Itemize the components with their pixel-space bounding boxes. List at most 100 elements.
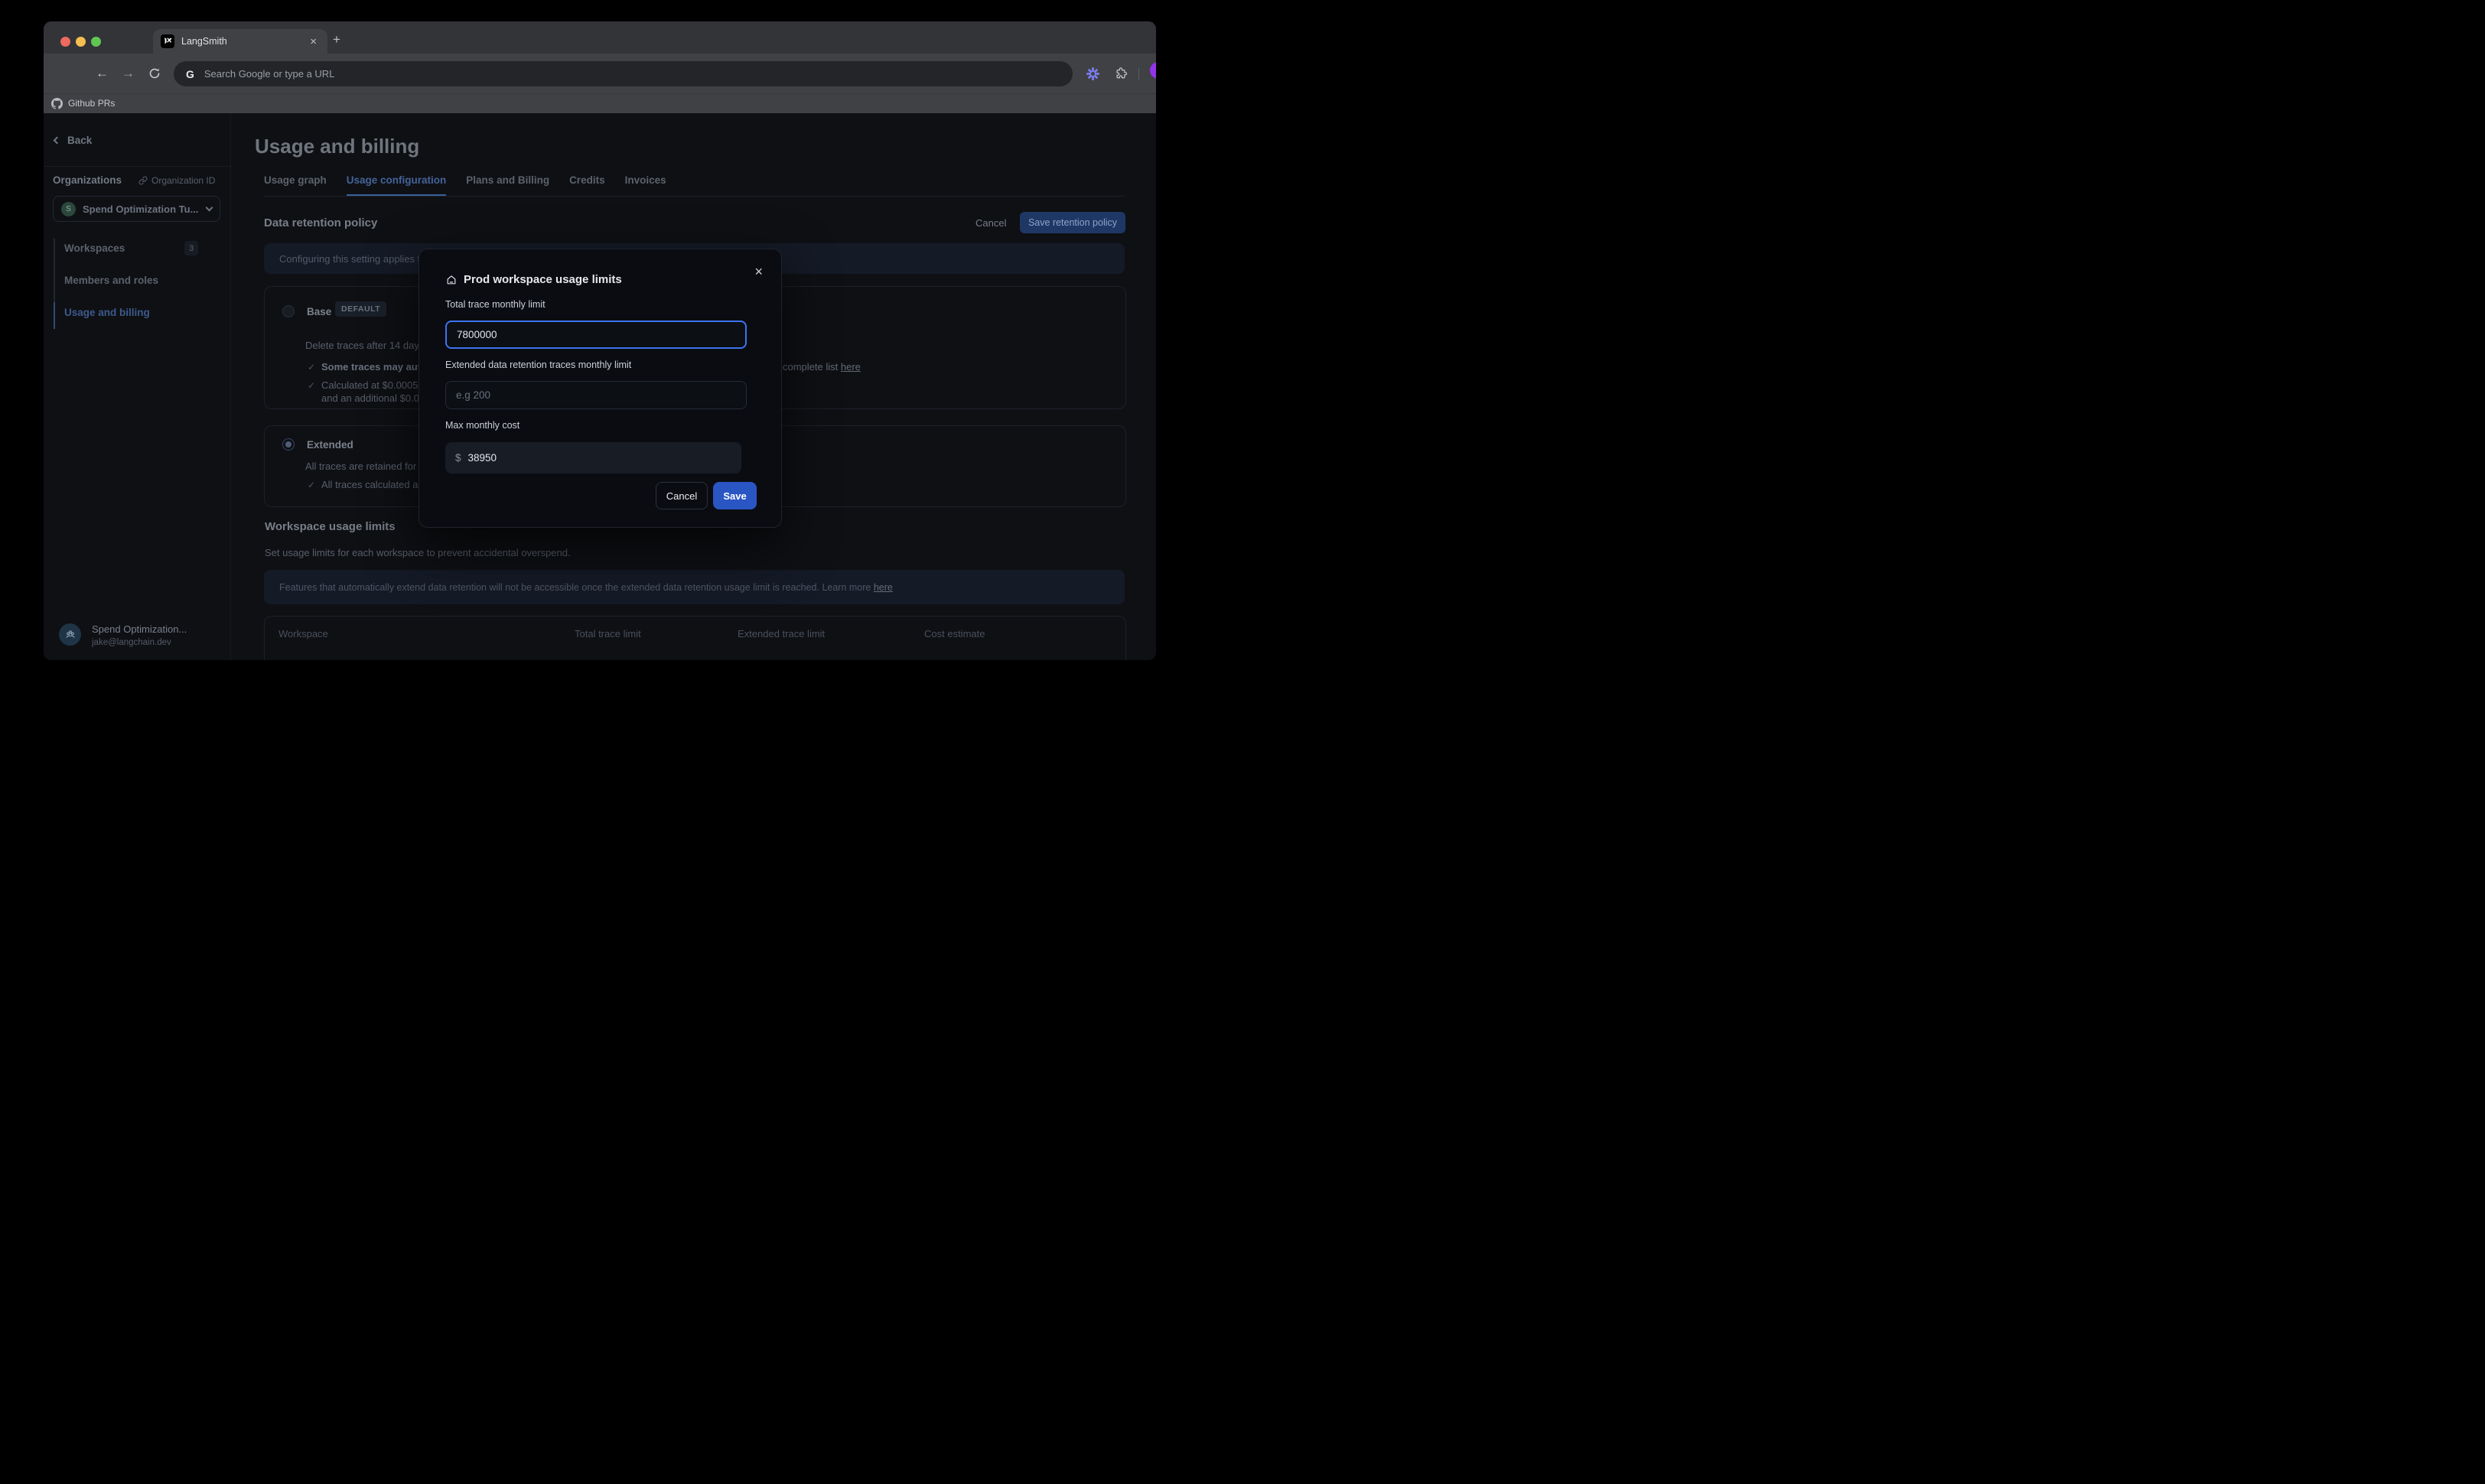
organization-id-link[interactable]: Organization ID — [138, 175, 215, 186]
default-badge: DEFAULT — [335, 301, 386, 317]
workspace-usage-limits-modal: Prod workspace usage limits Total trace … — [419, 249, 782, 528]
user-name: Spend Optimization... — [92, 623, 187, 635]
user-email: jake@langchain.dev — [92, 638, 187, 647]
org-selector-label: Spend Optimization Tu... — [83, 203, 200, 215]
sidebar-item-workspaces[interactable]: Workspaces — [64, 242, 125, 254]
tab-plans-and-billing[interactable]: Plans and Billing — [466, 174, 549, 196]
back-link[interactable]: Back — [54, 135, 92, 146]
tab-usage-configuration[interactable]: Usage configuration — [347, 174, 447, 196]
save-retention-policy-button[interactable]: Save retention policy — [1020, 212, 1125, 233]
billing-tabs: Usage graph Usage configuration Plans an… — [264, 174, 1125, 197]
organization-selector[interactable]: S Spend Optimization Tu... — [53, 196, 220, 222]
extended-plan-name: Extended — [307, 439, 353, 451]
tab-credits[interactable]: Credits — [569, 174, 605, 196]
sidebar-item-members-and-roles[interactable]: Members and roles — [64, 275, 158, 286]
toolbar-divider — [1138, 68, 1139, 80]
complete-list-text: complete list — [783, 361, 841, 373]
back-button[interactable]: ← — [96, 67, 109, 80]
user-profile[interactable]: Spend Optimization... jake@langchain.dev — [59, 623, 187, 647]
modal-save-button[interactable]: Save — [713, 482, 757, 509]
profile-avatar[interactable]: J — [1150, 62, 1156, 79]
max-monthly-cost-label: Max monthly cost — [445, 420, 519, 431]
org-people-icon — [59, 623, 81, 646]
chevron-left-icon — [54, 137, 61, 145]
base-check2-line1: Calculated at $0.0005 — [321, 379, 418, 391]
workspace-limits-banner: Features that automatically extend data … — [264, 570, 1125, 604]
new-tab-button[interactable] — [333, 33, 340, 46]
base-check1-text: Some traces may auto — [321, 361, 427, 373]
extensions-puzzle-icon[interactable] — [1114, 67, 1128, 80]
check-icon — [308, 362, 315, 373]
base-line1: Delete traces after 14 day — [305, 340, 419, 351]
learn-more-here-link[interactable]: here — [874, 582, 893, 593]
max-monthly-cost-field[interactable]: $ 38950 — [445, 442, 741, 474]
bookmark-github-prs[interactable]: Github PRs — [68, 98, 115, 109]
chevron-down-icon — [206, 204, 213, 212]
app-sidebar: Back Organizations Organization ID S Sp — [44, 113, 231, 660]
workspace-limits-description: Set usage limits for each workspace to p… — [265, 547, 571, 558]
browser-tab[interactable]: LangSmith — [153, 29, 327, 54]
total-trace-limit-label: Total trace monthly limit — [445, 299, 546, 310]
extension-spark-icon[interactable] — [1086, 67, 1100, 81]
base-radio[interactable] — [282, 305, 295, 317]
url-bar[interactable]: G Search Google or type a URL — [174, 61, 1073, 86]
modal-title: Prod workspace usage limits — [464, 273, 622, 286]
window-close-button[interactable] — [60, 37, 70, 47]
table-header-workspace: Workspace — [278, 628, 328, 639]
screenshot-stage: LangSmith ← → G Search Google or type a … — [0, 0, 1200, 717]
forward-button[interactable]: → — [122, 67, 135, 80]
retention-banner-text: Configuring this setting applies t — [279, 253, 420, 265]
back-label: Back — [67, 135, 92, 146]
workspace-limits-heading: Workspace usage limits — [265, 520, 396, 533]
bookmarks-bar: Github PRs — [44, 93, 1156, 113]
tab-usage-graph[interactable]: Usage graph — [264, 174, 327, 196]
tab-strip: LangSmith — [44, 21, 1156, 54]
organizations-heading: Organizations — [53, 174, 122, 186]
check-icon — [308, 380, 315, 391]
total-trace-limit-input[interactable] — [445, 321, 747, 349]
base-plan-name: Base — [307, 306, 331, 317]
check-icon — [308, 480, 315, 490]
org-avatar: S — [61, 202, 76, 216]
table-header-cost-estimate: Cost estimate — [924, 628, 985, 639]
reload-button[interactable] — [148, 67, 161, 80]
extended-line1: All traces are retained for — [305, 460, 416, 472]
workspace-limits-table: Workspace Total trace limit Extended tra… — [264, 616, 1126, 660]
tab-invoices[interactable]: Invoices — [625, 174, 666, 196]
extended-check1-text: All traces calculated a — [321, 479, 418, 490]
link-icon — [138, 176, 148, 185]
modal-header: Prod workspace usage limits — [445, 273, 622, 286]
workspace-limits-banner-text: Features that automatically extend data … — [279, 582, 893, 593]
base-check2-line2: and an additional $0.0 — [321, 392, 419, 404]
sidebar-divider — [44, 166, 231, 167]
modal-close-icon[interactable] — [751, 262, 766, 282]
workspace-home-icon — [445, 274, 458, 286]
langsmith-favicon-icon — [161, 34, 174, 48]
extended-retention-limit-label: Extended data retention traces monthly l… — [445, 360, 631, 370]
workspaces-count-badge: 3 — [184, 241, 198, 255]
window-zoom-button[interactable] — [91, 37, 101, 47]
table-header-extended-trace-limit: Extended trace limit — [738, 628, 825, 639]
complete-list-here-link[interactable]: here — [841, 361, 861, 373]
extended-retention-limit-input[interactable] — [445, 381, 747, 409]
retention-heading: Data retention policy — [264, 216, 377, 229]
tab-close-icon[interactable] — [307, 34, 320, 49]
sidebar-rail-active — [54, 302, 55, 329]
github-icon — [51, 98, 63, 109]
tab-title: LangSmith — [181, 36, 307, 47]
modal-cancel-button[interactable]: Cancel — [656, 482, 708, 509]
extended-radio[interactable] — [282, 438, 295, 451]
organization-id-label: Organization ID — [151, 175, 215, 186]
window-minimize-button[interactable] — [76, 37, 86, 47]
dollar-prefix: $ — [455, 452, 461, 464]
url-placeholder-text: Search Google or type a URL — [204, 68, 335, 80]
banner-text: Features that automatically extend data … — [279, 582, 874, 593]
table-header-total-trace-limit: Total trace limit — [575, 628, 641, 639]
page-title: Usage and billing — [255, 135, 419, 158]
max-monthly-cost-value: 38950 — [468, 452, 497, 464]
retention-cancel-button[interactable]: Cancel — [975, 217, 1006, 229]
sidebar-item-usage-and-billing[interactable]: Usage and billing — [64, 307, 150, 318]
google-g-icon: G — [186, 68, 194, 80]
browser-toolbar: ← → G Search Google or type a URL — [44, 54, 1156, 93]
sidebar-rail — [54, 239, 55, 302]
